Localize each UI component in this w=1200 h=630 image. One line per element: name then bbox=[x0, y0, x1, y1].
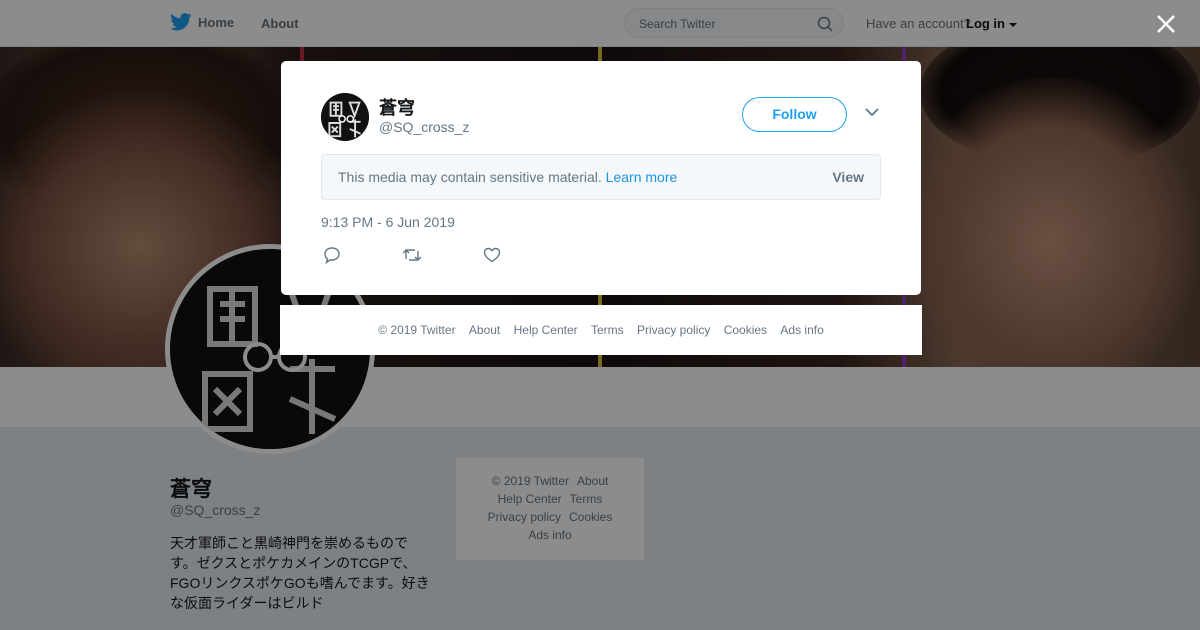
footer-about-link[interactable]: About bbox=[469, 323, 500, 337]
tweet-timestamp[interactable]: 9:13 PM - 6 Jun 2019 bbox=[321, 214, 455, 230]
follow-button[interactable]: Follow bbox=[742, 97, 847, 132]
learn-more-link[interactable]: Learn more bbox=[606, 169, 678, 185]
footer-copyright: © 2019 Twitter bbox=[378, 323, 456, 337]
footer-cookies-link[interactable]: Cookies bbox=[724, 323, 767, 337]
sensitive-message: This media may contain sensitive materia… bbox=[338, 169, 602, 185]
close-icon[interactable] bbox=[1154, 12, 1178, 36]
like-icon[interactable] bbox=[483, 246, 501, 264]
avatar-logo-icon bbox=[321, 93, 369, 141]
tweet-author-handle[interactable]: @SQ_cross_z bbox=[379, 119, 469, 135]
footer-privacy-link[interactable]: Privacy policy bbox=[637, 323, 710, 337]
sensitive-message-row: This media may contain sensitive materia… bbox=[338, 169, 677, 185]
footer-ads-link[interactable]: Ads info bbox=[780, 323, 823, 337]
footer-terms-link[interactable]: Terms bbox=[591, 323, 624, 337]
sensitive-media-warning: This media may contain sensitive materia… bbox=[321, 154, 881, 200]
view-button[interactable]: View bbox=[832, 169, 864, 185]
retweet-icon[interactable] bbox=[402, 246, 422, 264]
reply-icon[interactable] bbox=[323, 246, 341, 264]
chevron-down-icon[interactable] bbox=[865, 107, 879, 117]
tweet-author-avatar[interactable] bbox=[321, 93, 369, 141]
footer-help-link[interactable]: Help Center bbox=[514, 323, 578, 337]
tweet-author-name[interactable]: 蒼穹 bbox=[379, 94, 415, 120]
modal-footer: © 2019 Twitter About Help Center Terms P… bbox=[280, 305, 922, 355]
tweet-modal: 蒼穹 @SQ_cross_z Follow This media may con… bbox=[281, 61, 921, 295]
